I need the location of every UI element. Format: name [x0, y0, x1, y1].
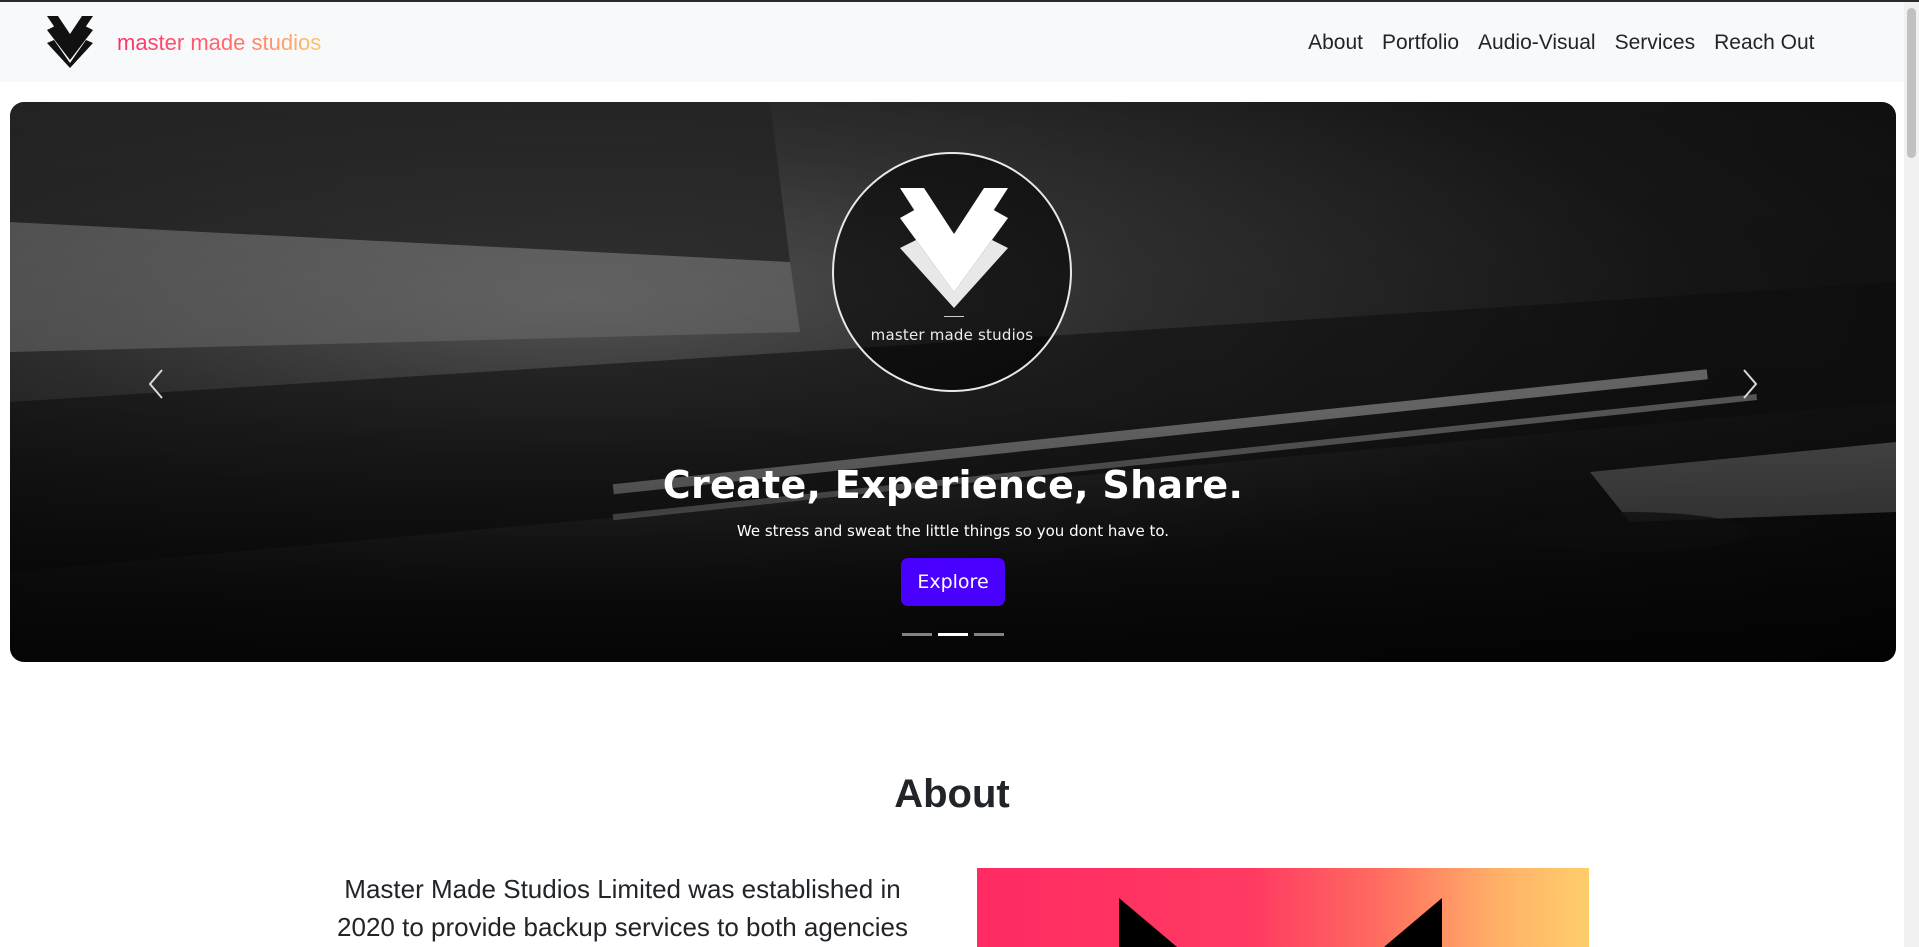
hero-headline: Create, Experience, Share. — [662, 463, 1244, 507]
nav-link-about[interactable]: About — [1299, 30, 1373, 56]
chevron-left-icon — [148, 369, 163, 399]
brand-name[interactable]: master made studios — [117, 30, 321, 56]
emblem-m-icon — [900, 188, 1008, 308]
emblem-text: master made studios — [870, 326, 1034, 344]
explore-button[interactable]: Explore — [901, 558, 1005, 606]
carousel-indicators — [902, 633, 1004, 636]
about-heading: About — [894, 772, 1010, 816]
carousel-indicator-1[interactable] — [902, 633, 932, 636]
emblem-divider — [944, 316, 964, 317]
nav-link-audio-visual[interactable]: Audio-Visual — [1469, 30, 1606, 56]
main-nav: About Portfolio Audio-Visual Services Re… — [1299, 30, 1824, 56]
carousel-indicator-3[interactable] — [974, 633, 1004, 636]
nav-link-portfolio[interactable]: Portfolio — [1373, 30, 1469, 56]
carousel-next-button[interactable] — [1738, 364, 1762, 404]
scrollbar-thumb[interactable] — [1907, 8, 1916, 158]
nav-link-services[interactable]: Services — [1605, 30, 1705, 56]
navbar: master made studios About Portfolio Audi… — [0, 2, 1904, 82]
about-brand-image — [977, 868, 1589, 947]
hero-carousel: master made studios Create, Experience, … — [10, 102, 1896, 662]
about-m-logo-icon — [1119, 898, 1442, 947]
carousel-indicator-2[interactable] — [938, 633, 968, 636]
page-scrollbar[interactable] — [1904, 2, 1919, 947]
hero-emblem: master made studios — [832, 152, 1072, 392]
about-text: Master Made Studios Limited was establis… — [337, 874, 908, 942]
hero-subtext: We stress and sweat the little things so… — [736, 522, 1170, 540]
nav-link-reach-out[interactable]: Reach Out — [1705, 30, 1824, 56]
chevron-right-icon — [1743, 369, 1758, 399]
brand-logo-icon[interactable] — [47, 16, 93, 68]
carousel-prev-button[interactable] — [144, 364, 168, 404]
